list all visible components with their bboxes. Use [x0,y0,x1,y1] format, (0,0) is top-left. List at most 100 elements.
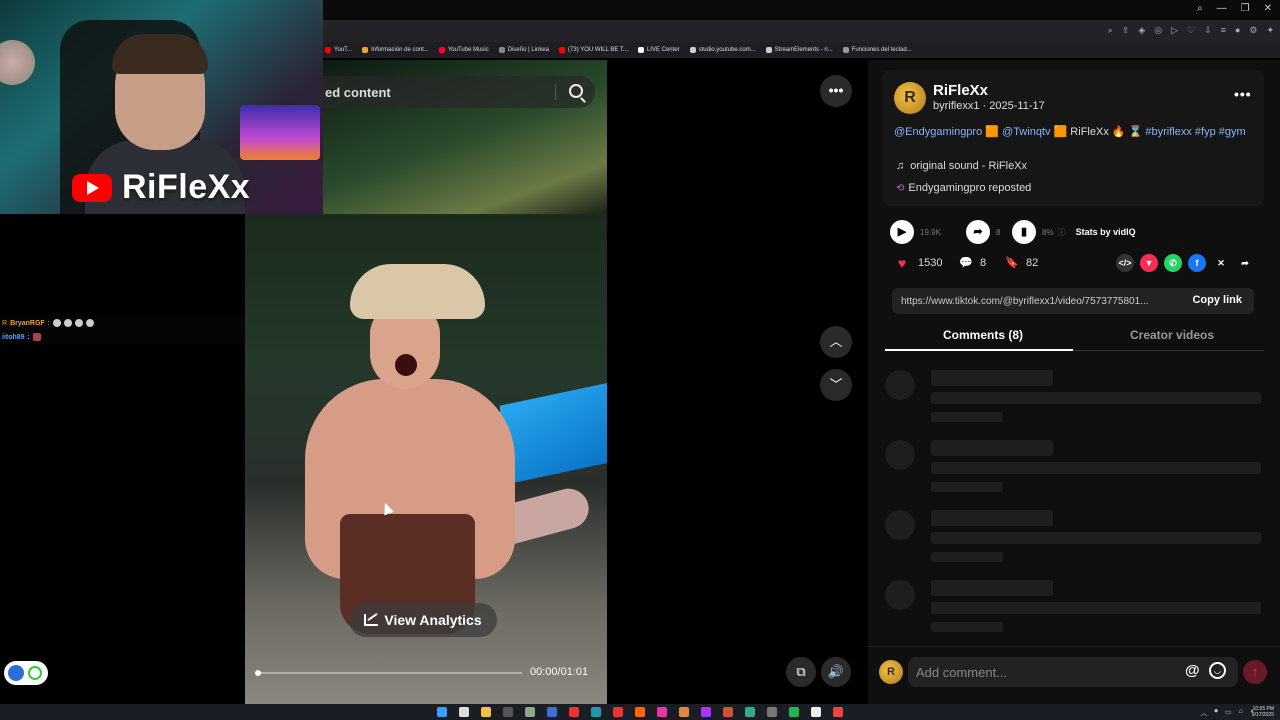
more-options-button[interactable]: ••• [820,75,852,107]
like-heart-icon[interactable]: ♥ [894,255,910,271]
skeleton-line [931,440,1053,456]
search-icon[interactable] [459,707,469,717]
settings-icon[interactable]: ⚙ [1249,25,1257,36]
bookmark-icon[interactable]: 🔖 [1004,255,1020,271]
extension-icon[interactable]: ◈ [1138,25,1145,36]
app-icon[interactable] [657,707,667,717]
bookmark-item[interactable]: Información de cont... [362,47,429,53]
pool [500,382,607,486]
bookmark-item[interactable]: Funciones del teclad... [842,47,912,53]
app-icon[interactable] [701,707,711,717]
bookmark-item[interactable]: Diseño | Linkea [498,47,549,53]
progress-knob[interactable] [255,670,261,676]
author-avatar[interactable]: R [894,82,926,114]
whatsapp-icon[interactable]: ✆ [1164,254,1182,272]
extension-icon[interactable]: ◎ [1154,25,1162,36]
app-icon[interactable] [525,707,535,717]
caption-tag[interactable]: #gym [1219,126,1246,138]
app-icon[interactable] [679,707,689,717]
next-video-button[interactable]: ﹀ [820,369,852,401]
play-icon[interactable]: ▷ [1171,25,1178,36]
post-caption: @Endygamingpro 🟧 @Twinqtv 🟧 RiFleXx 🔥 ⌛ … [894,125,1254,139]
skeleton-line [931,412,1003,422]
embed-code-icon[interactable]: </> [1116,254,1134,272]
bar-chart-icon[interactable]: ▮ [1012,220,1036,244]
author-handle[interactable]: byriflexx1 [933,100,979,112]
send-comment-button[interactable]: ↑ [1243,660,1267,684]
app-icon[interactable] [811,707,821,717]
caption-tag[interactable]: @Twinqtv [1002,126,1050,138]
post-more-options-button[interactable]: ••• [1234,86,1252,102]
view-analytics-button[interactable]: View Analytics [349,603,497,637]
tab-creator-videos[interactable]: Creator videos [1130,328,1214,342]
bookmark-item[interactable]: StreamElements - ri... [765,47,833,53]
repost-share-icon[interactable]: ▼ [1140,254,1158,272]
emote-icon [63,319,72,327]
bookmark-item[interactable]: (73) YOU WILL BE T... [559,47,628,53]
channel-name: RiFleXx [122,168,251,206]
chevron-up-icon[interactable]: ︿ [1200,708,1207,718]
bookmark-label: LIVE Center [646,47,680,53]
mic-icon[interactable]: ⏺ [1214,708,1218,718]
bookmark-item[interactable]: YouT... [325,47,352,53]
previous-video-button[interactable]: ︿ [820,326,852,358]
miniplayer-button[interactable]: ⧉ [786,657,816,687]
tab-comments[interactable]: Comments (8) [943,328,1023,342]
emoji-icon[interactable]: ◡ [1209,662,1226,679]
author-name[interactable]: RiFleXx [933,82,988,99]
bookmark-favicon-icon [438,47,445,53]
search-icon[interactable] [569,84,583,98]
music-line[interactable]: ♫ original sound - RiFleXx [896,160,1027,172]
clock[interactable]: 10:55 PM 9/17/2025 [1252,706,1274,718]
file-explorer-icon[interactable] [481,707,491,717]
network-icon[interactable]: ⌂ [1239,708,1243,718]
copy-link-box: https://www.tiktok.com/@byriflexx1/video… [892,288,1254,314]
caption-tag[interactable]: #byriflexx [1145,126,1191,138]
maximize-icon[interactable]: ❐ [1241,3,1250,14]
share-arrow-icon[interactable]: ➦ [966,220,990,244]
stats-by-vidiq-label[interactable]: Stats by vidIQ [1076,227,1136,237]
display-icon[interactable]: ▭ [1225,708,1232,718]
caption-tag[interactable]: #fyp [1195,126,1216,138]
app-icon[interactable] [503,707,513,717]
app-icon[interactable] [613,707,623,717]
play-icon[interactable]: ▶ [890,220,914,244]
profile-icon[interactable]: ● [1235,25,1240,36]
user-avatar[interactable]: R [879,660,903,684]
comment-icon[interactable]: 💬 [958,255,974,271]
spotify-icon[interactable] [789,707,799,717]
bookmark-item[interactable]: LIVE Center [637,47,680,53]
close-icon[interactable]: ✕ [1264,3,1272,14]
app-icon[interactable] [767,707,777,717]
heart-icon[interactable]: ♡ [1187,25,1195,36]
overlay-widget[interactable] [4,661,48,685]
browser-icon[interactable] [569,707,579,717]
bookmark-item[interactable]: YouTube Music [438,47,489,53]
app-icon[interactable] [723,707,733,717]
search-icon[interactable]: ⌕ [1197,3,1203,14]
share-page-icon[interactable]: ⇪ [1122,25,1130,36]
download-icon[interactable]: ⇩ [1204,25,1212,36]
copy-link-button[interactable]: Copy link [1192,294,1242,306]
mention-icon[interactable]: @ [1185,662,1200,679]
video-progress-bar[interactable] [255,670,522,676]
brave-icon[interactable] [635,707,645,717]
info-icon[interactable]: ⓘ [1058,227,1066,238]
caption-tag[interactable]: @Endygamingpro [894,126,982,138]
music-title[interactable]: original sound - RiFleXx [910,160,1027,172]
app-icon[interactable] [833,707,843,717]
ai-icon[interactable]: ✦ [1266,25,1274,36]
x-twitter-icon[interactable]: ✕ [1212,254,1230,272]
app-icon[interactable] [547,707,557,717]
search-bar[interactable]: ed content [323,76,595,108]
facebook-icon[interactable]: f [1188,254,1206,272]
minimize-icon[interactable]: — [1217,3,1227,14]
bookmark-item[interactable]: studio.youtube.com... [689,47,756,53]
windows-start-icon[interactable] [437,707,447,717]
app-icon[interactable] [745,707,755,717]
opera-icon[interactable] [591,707,601,717]
volume-icon[interactable]: 🔊 [821,657,851,687]
forward-share-icon[interactable]: ➦ [1236,254,1254,272]
zoom-icon[interactable]: ⌕ [1108,25,1113,36]
menu-icon[interactable]: ≡ [1221,25,1226,36]
